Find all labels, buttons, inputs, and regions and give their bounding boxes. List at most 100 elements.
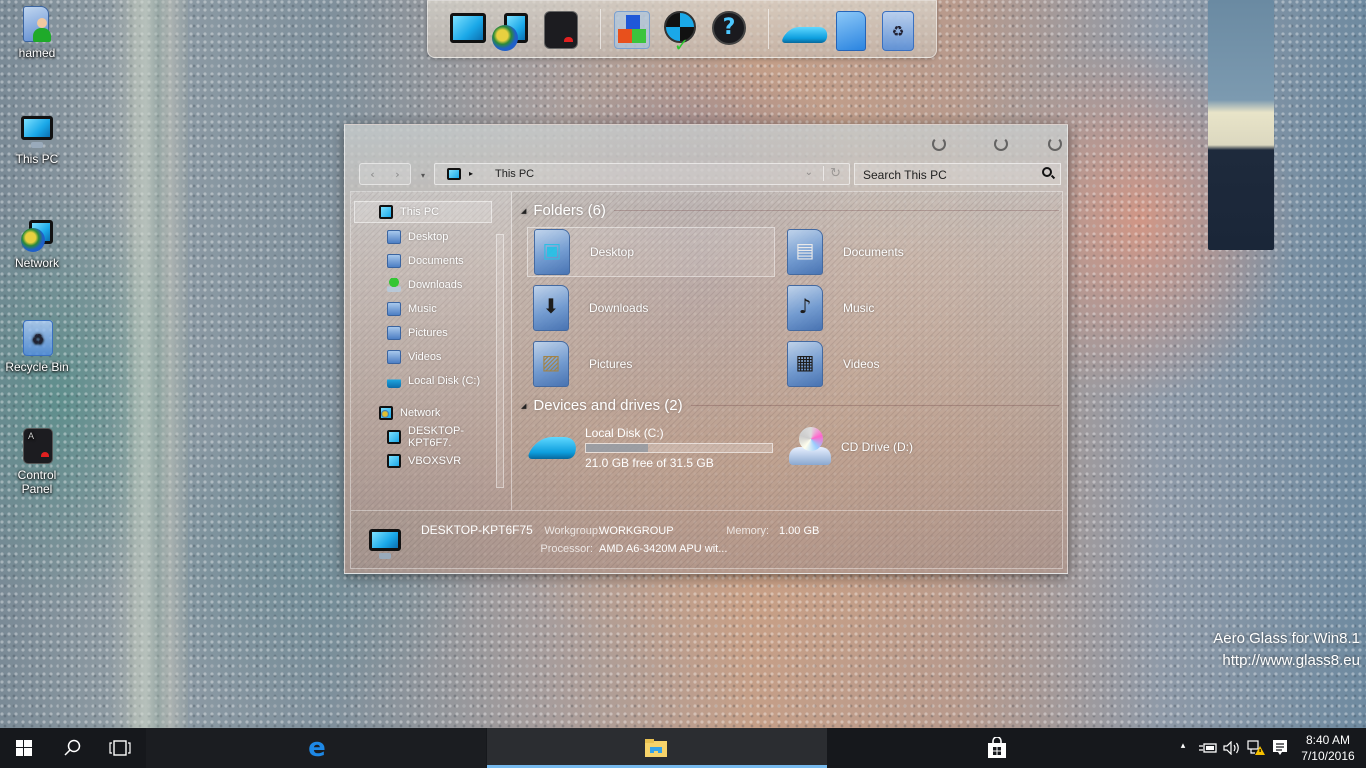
folders-group-title: Folders (6): [533, 202, 606, 219]
pictures-folder-icon: [387, 326, 401, 340]
nav-item-this-pc[interactable]: This PC: [354, 201, 492, 223]
computer-icon: [19, 112, 55, 148]
show-hidden-icons-button[interactable]: ▴: [1176, 740, 1190, 751]
nav-item-label: Network: [400, 407, 441, 419]
explorer-body: This PC Desktop Documents Downloads Musi…: [350, 191, 1063, 511]
navigation-buttons: ‹ ›: [359, 163, 411, 185]
nav-item-label: Local Disk (C:): [408, 375, 481, 387]
documents-folder-icon: [387, 254, 401, 268]
local-disk-icon: [526, 437, 582, 459]
dock-drive-icon[interactable]: [781, 9, 831, 51]
drive-label: Local Disk (C:): [585, 426, 664, 440]
desktop-folder-icon: [387, 230, 401, 244]
videos-folder-icon: ▦: [787, 341, 823, 387]
search-input[interactable]: Search This PC: [854, 163, 1061, 185]
nav-item-documents[interactable]: Documents: [351, 250, 491, 272]
drive-tile-cd-drive[interactable]: CD Drive (D:): [781, 422, 1029, 472]
nav-item-label: Desktop: [408, 231, 449, 243]
desktop-icon-control-panel[interactable]: A Control Panel: [4, 428, 70, 496]
task-view-button[interactable]: [96, 728, 144, 768]
memory-value: 1.00 GB: [779, 525, 820, 537]
breadcrumb-this-pc[interactable]: This PC: [495, 168, 534, 180]
taskbar: e ▴ 8:40 AM 7/10/2016: [0, 728, 1366, 768]
search-icon[interactable]: [1042, 167, 1052, 177]
nav-pane-scrollbar[interactable]: [496, 234, 504, 488]
minimize-button[interactable]: [932, 137, 946, 151]
folder-icon: [645, 739, 667, 757]
dock-control-panel-icon[interactable]: [542, 9, 582, 51]
nav-item-label: VBOXSVR: [408, 455, 462, 467]
nav-item-network[interactable]: Network: [351, 402, 491, 424]
wallpaper-pole: [128, 0, 188, 728]
devices-group-title: Devices and drives (2): [533, 397, 683, 414]
maximize-button[interactable]: [994, 137, 1008, 151]
desktop-icon-this-pc[interactable]: This PC: [4, 112, 70, 166]
nav-item-videos[interactable]: Videos: [351, 346, 491, 368]
edge-icon[interactable]: e: [296, 728, 338, 768]
folder-label: Pictures: [589, 357, 633, 371]
nav-item-downloads[interactable]: Downloads: [351, 274, 491, 296]
drive-label: CD Drive (D:): [841, 440, 913, 454]
folders-group-header[interactable]: ◢ Folders (6): [521, 202, 1059, 219]
back-button[interactable]: ‹: [370, 168, 374, 181]
collapse-triangle-icon[interactable]: ◢: [521, 207, 526, 215]
notification-icon: [1273, 740, 1287, 755]
desktop-icon-network[interactable]: Network: [4, 216, 70, 270]
address-dropdown-icon[interactable]: ⌄: [805, 167, 813, 178]
nav-item-pictures[interactable]: Pictures: [351, 322, 491, 344]
dock-computer-icon[interactable]: [448, 9, 488, 51]
close-button[interactable]: [1048, 137, 1062, 151]
dock-folder-icon[interactable]: [832, 9, 872, 51]
store-icon[interactable]: [976, 728, 1018, 768]
network-status-icon[interactable]: [1244, 728, 1268, 768]
folder-label: Downloads: [589, 301, 649, 315]
collapse-triangle-icon[interactable]: ◢: [521, 402, 526, 410]
folder-label: Music: [843, 301, 875, 315]
file-explorer-icon[interactable]: [636, 728, 676, 768]
desktop-icon-label: Network: [14, 256, 59, 270]
nav-item-local-disk[interactable]: Local Disk (C:): [351, 370, 491, 392]
drive-tile-local-disk[interactable]: Local Disk (C:) 21.0 GB free of 31.5 GB: [526, 420, 775, 476]
power-icon[interactable]: [1196, 728, 1220, 768]
folder-tile-pictures[interactable]: ▨ Pictures: [527, 339, 775, 389]
folder-tile-downloads[interactable]: ⬇ Downloads: [527, 283, 775, 333]
network-warning-icon: [1247, 740, 1265, 755]
nav-item-vboxsvr[interactable]: VBOXSVR: [351, 450, 491, 472]
desktop-icon-label: Recycle Bin: [5, 360, 69, 374]
processor-label: Processor:: [540, 543, 593, 555]
dock-network-globe-icon[interactable]: [490, 9, 530, 51]
forward-button[interactable]: ›: [395, 168, 399, 181]
nav-item-label: Pictures: [408, 327, 448, 339]
downloads-folder-icon: ⬇: [533, 285, 569, 331]
dock-recycle-bin-icon[interactable]: ♻: [878, 9, 918, 51]
search-placeholder: Search This PC: [863, 168, 947, 182]
dock-programs-blocks-icon[interactable]: [612, 9, 652, 51]
nav-item-desktop-kpt6f7[interactable]: DESKTOP-KPT6F7.: [351, 425, 496, 449]
dock-help-icon[interactable]: ?: [710, 9, 750, 51]
action-center-button[interactable]: [1268, 728, 1292, 768]
clock-date[interactable]: 7/10/2016: [1296, 749, 1360, 763]
refresh-icon[interactable]: ↻: [823, 166, 841, 181]
devices-group-header[interactable]: ◢ Devices and drives (2): [521, 397, 1059, 414]
folder-tile-videos[interactable]: ▦ Videos: [781, 339, 1029, 389]
desktop-icon-label: Control Panel: [17, 468, 57, 496]
folder-tile-music[interactable]: ♪ Music: [781, 283, 1029, 333]
nav-item-label: Documents: [408, 255, 464, 267]
clock-time[interactable]: 8:40 AM: [1296, 733, 1360, 747]
desktop-icon-hamed[interactable]: hamed: [4, 6, 70, 60]
nav-item-music[interactable]: Music: [351, 298, 491, 320]
search-button[interactable]: [48, 728, 96, 768]
recent-locations-button[interactable]: ▾: [421, 171, 425, 180]
dock-default-programs-icon[interactable]: ✓: [660, 9, 700, 56]
wallpaper-handle: [1208, 0, 1274, 250]
volume-icon[interactable]: [1220, 728, 1244, 768]
nav-item-desktop[interactable]: Desktop: [351, 226, 491, 248]
desktop-icon-recycle-bin[interactable]: ♻ Recycle Bin: [4, 320, 70, 374]
start-button[interactable]: [0, 728, 48, 768]
address-bar[interactable]: ▸ This PC ⌄ ↻: [434, 163, 850, 185]
explorer-window: ‹ › ▾ ▸ This PC ⌄ ↻ Search This PC This …: [344, 124, 1068, 574]
desktop-icon-label: hamed: [18, 46, 56, 60]
folder-tile-desktop[interactable]: ▣ Desktop: [527, 227, 775, 277]
breadcrumb-separator-icon[interactable]: ▸: [469, 169, 473, 178]
folder-tile-documents[interactable]: ▤ Documents: [781, 227, 1029, 277]
